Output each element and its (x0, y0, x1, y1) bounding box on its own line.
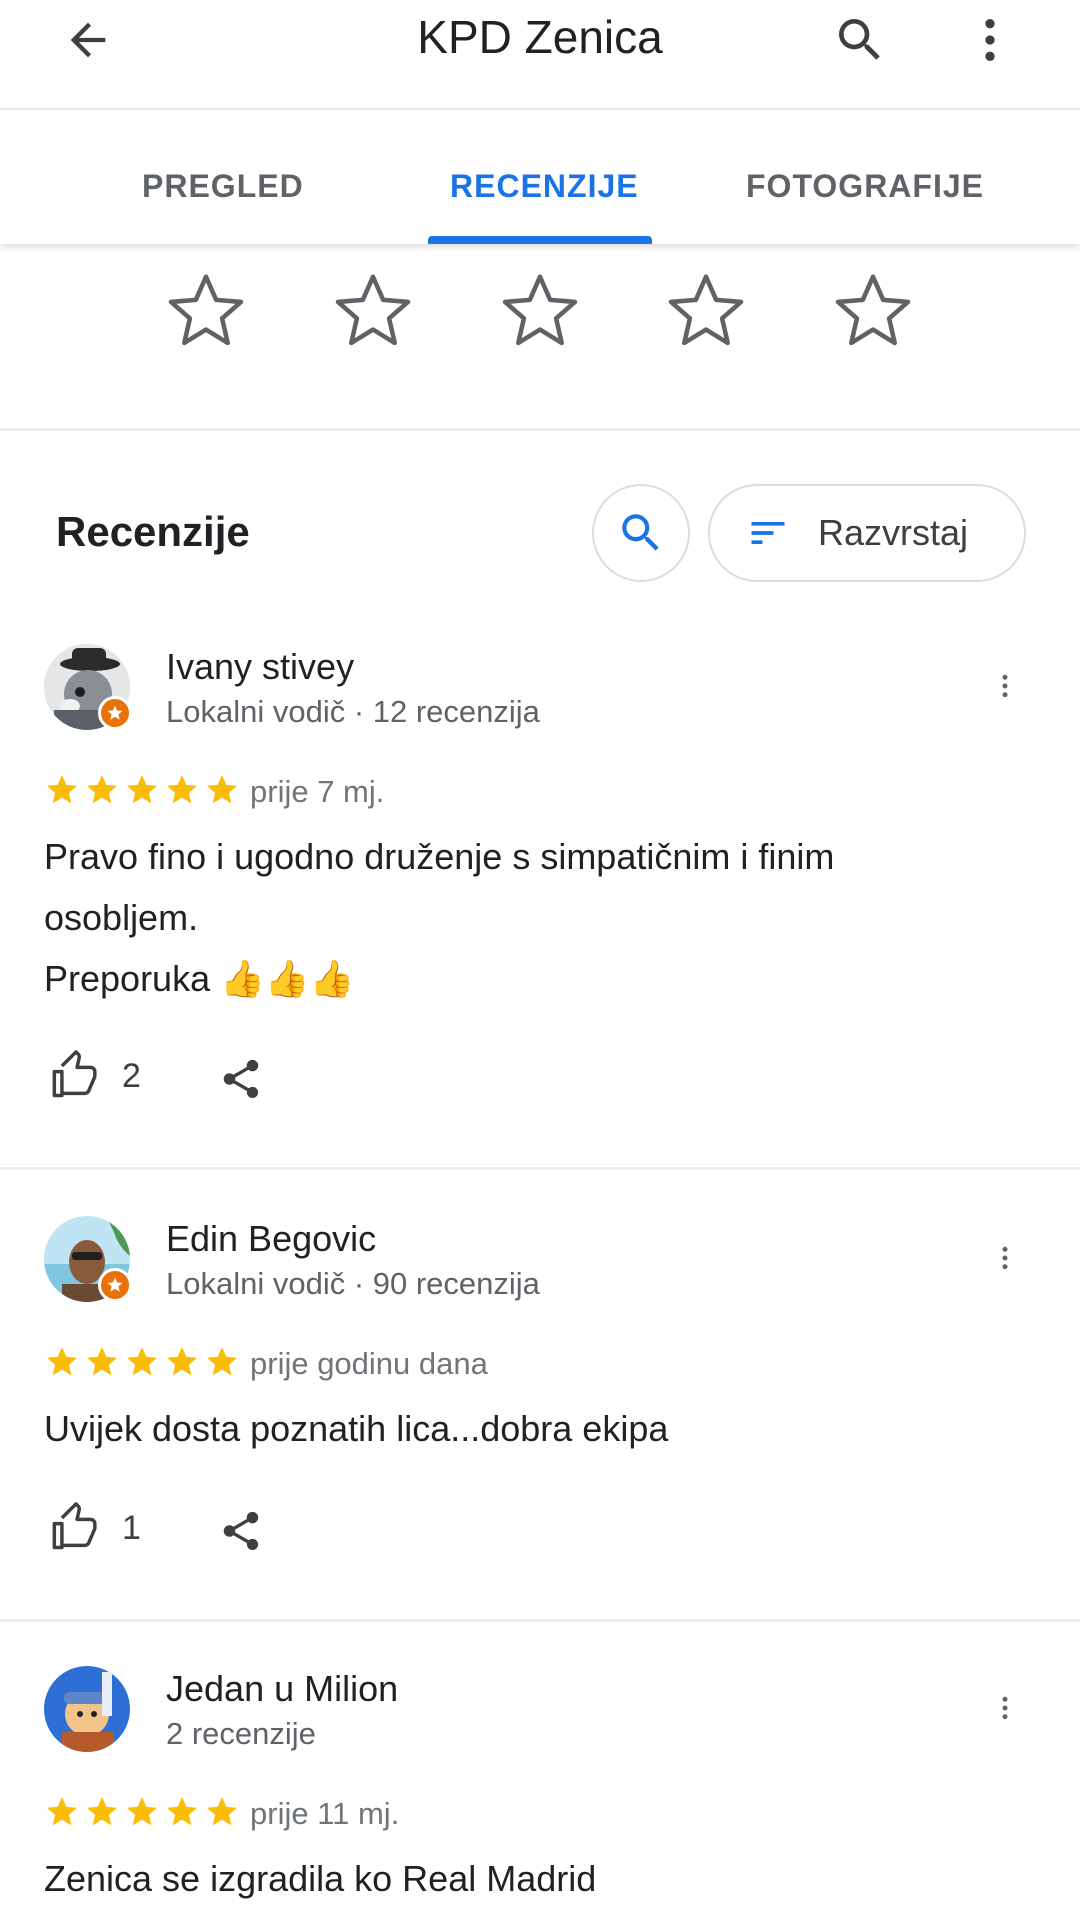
reviewer-name[interactable]: Ivany stivey (166, 646, 354, 688)
star-filled-icon (47, 1347, 77, 1376)
reviews-heading: Recenzije (56, 508, 250, 555)
local-guide-badge-icon (98, 696, 132, 730)
rate-stars-row (0, 244, 1080, 430)
share-icon[interactable] (218, 1508, 264, 1559)
like-button[interactable]: 1 (50, 1502, 141, 1554)
sort-icon (751, 522, 785, 544)
search-icon (622, 514, 659, 551)
like-count: 2 (122, 1056, 141, 1095)
sort-button[interactable]: Razvrstaj (708, 484, 1026, 582)
star-outline-icon[interactable] (498, 268, 582, 352)
like-button[interactable]: 2 (50, 1050, 141, 1102)
local-guide-badge-icon (98, 1268, 132, 1302)
rating-stars (44, 772, 240, 808)
star-outline-icon[interactable] (164, 268, 248, 352)
search-reviews-button[interactable] (592, 484, 690, 582)
review-date: prije godinu dana (250, 1346, 488, 1381)
star-filled-icon (207, 775, 237, 804)
review-text: Pravo fino i ugodno druženje s simpatičn… (44, 836, 835, 999)
divider (0, 428, 1080, 431)
star-filled-icon (167, 1347, 197, 1376)
star-filled-icon (207, 1347, 237, 1376)
star-filled-icon (167, 775, 197, 804)
star-filled-icon (127, 1797, 157, 1826)
reviewer-meta: 2 recenzije (166, 1716, 316, 1751)
star-filled-icon (47, 1797, 77, 1826)
tab-fotografije[interactable]: FOTOGRAFIJE (746, 168, 984, 205)
rating-stars (44, 1344, 240, 1380)
star-outline-icon[interactable] (664, 268, 748, 352)
review-date: prije 7 mj. (250, 774, 385, 809)
search-icon[interactable] (810, 0, 910, 80)
review-date: prije 11 mj. (250, 1796, 400, 1831)
star-filled-icon (127, 1347, 157, 1376)
review-text: Zenica se izgradila ko Real Madrid (44, 1858, 597, 1899)
like-count: 1 (122, 1508, 141, 1547)
star-filled-icon (167, 1797, 197, 1826)
thumb-up-icon (52, 1050, 97, 1098)
app-bar: KPD Zenica (0, 0, 1080, 110)
divider (0, 1167, 1080, 1170)
reviewer-meta: Lokalni vodič · 90 recenzija (166, 1266, 540, 1301)
star-outline-icon[interactable] (331, 268, 415, 352)
divider (0, 1619, 1080, 1622)
star-filled-icon (47, 775, 77, 804)
share-icon[interactable] (218, 1056, 264, 1107)
reviewer-meta: Lokalni vodič · 12 recenzija (166, 694, 540, 729)
tab-recenzije[interactable]: RECENZIJE (450, 168, 639, 205)
more-vert-icon[interactable] (990, 1228, 1020, 1288)
avatar[interactable] (44, 1666, 130, 1752)
reviewer-name[interactable]: Edin Begovic (166, 1218, 376, 1260)
thumb-up-icon (52, 1502, 97, 1550)
star-filled-icon (87, 1797, 117, 1826)
star-outline-icon[interactable] (831, 268, 915, 352)
more-vert-icon[interactable] (990, 656, 1020, 716)
reviewer-name[interactable]: Jedan u Milion (166, 1668, 398, 1710)
star-filled-icon (87, 1347, 117, 1376)
star-filled-icon (207, 1797, 237, 1826)
star-filled-icon (87, 775, 117, 804)
more-vert-icon[interactable] (990, 1678, 1020, 1738)
more-vert-icon[interactable] (940, 0, 1040, 80)
sort-label: Razvrstaj (818, 512, 969, 553)
tab-bar: PREGLED RECENZIJE FOTOGRAFIJE (0, 110, 1080, 244)
page-title: KPD Zenica (417, 11, 663, 63)
review-text: Uvijek dosta poznatih lica...dobra ekipa (44, 1408, 669, 1449)
star-filled-icon (127, 775, 157, 804)
tab-pregled[interactable]: PREGLED (142, 168, 304, 205)
rating-stars (44, 1794, 240, 1830)
active-tab-indicator (428, 236, 652, 244)
